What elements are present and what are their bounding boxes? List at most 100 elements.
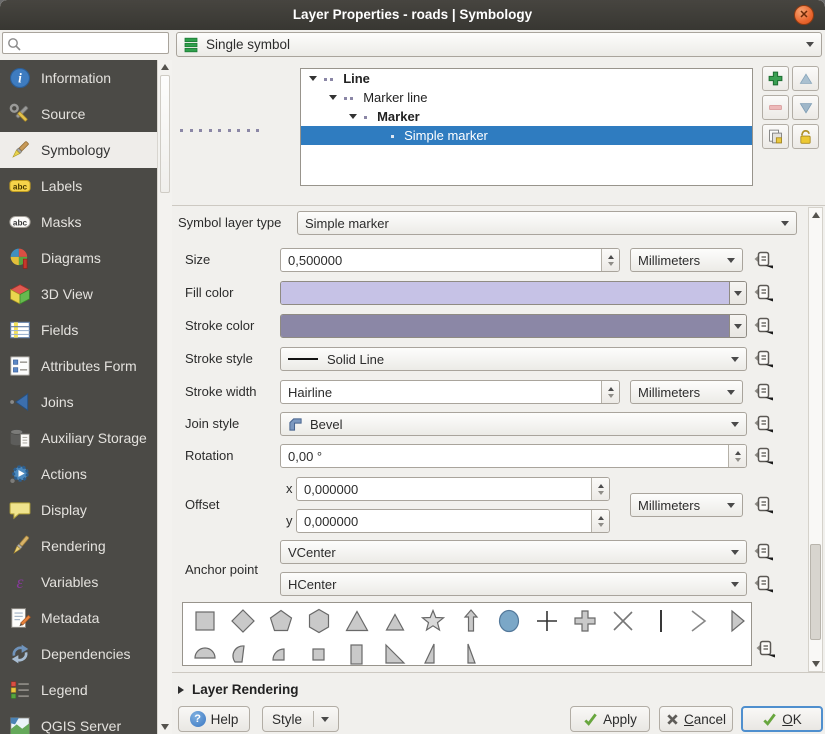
shape-filled-arrowhead-icon[interactable] — [724, 608, 750, 634]
stroke-width-unit-combo[interactable]: Millimeters — [630, 380, 743, 404]
sidebar-item-labels[interactable]: abc Labels — [0, 168, 157, 204]
tree-item-line[interactable]: Line — [301, 69, 752, 88]
cancel-button[interactable]: Cancel — [659, 706, 733, 732]
shape-square-icon[interactable] — [192, 608, 218, 634]
stroke-width-spinbox[interactable]: Hairline — [280, 380, 620, 404]
remove-symbol-layer-button[interactable] — [762, 95, 789, 120]
shape-diamond-icon[interactable] — [230, 608, 256, 634]
add-symbol-layer-button[interactable] — [762, 66, 789, 91]
shape-circle-icon[interactable] — [496, 608, 522, 634]
shape-cross-fill-icon[interactable] — [572, 608, 598, 634]
renderer-combo[interactable]: Single symbol — [176, 32, 822, 57]
shape-diagonal-half-square-icon[interactable] — [382, 641, 408, 666]
spin-buttons[interactable] — [601, 381, 619, 403]
stroke-color-button[interactable] — [280, 314, 747, 338]
spin-buttons[interactable] — [591, 510, 609, 532]
color-dropdown[interactable] — [729, 315, 746, 337]
shape-cross-icon[interactable] — [534, 608, 560, 634]
stroke-width-data-defined-override-button[interactable] — [753, 381, 775, 403]
options-scrollbar-thumb[interactable] — [810, 544, 821, 640]
sidebar-item-metadata[interactable]: Metadata — [0, 600, 157, 636]
shape-quarter-circle-icon[interactable] — [268, 641, 294, 666]
stroke-style-data-defined-override-button[interactable] — [753, 348, 775, 370]
fill-color-data-defined-override-button[interactable] — [753, 282, 775, 304]
options-scrollbar[interactable] — [808, 207, 823, 672]
spin-down-icon[interactable] — [598, 491, 604, 495]
shape-arrow-icon[interactable] — [458, 608, 484, 634]
anchor-horizontal-combo[interactable]: HCenter — [280, 572, 747, 596]
shape-equilateral-triangle-icon[interactable] — [382, 608, 408, 634]
spin-down-icon[interactable] — [608, 262, 614, 266]
rotation-data-defined-override-button[interactable] — [753, 445, 775, 467]
shape-pentagon-icon[interactable] — [268, 608, 294, 634]
sidebar-item-symbology[interactable]: Symbology — [0, 132, 157, 168]
join-style-data-defined-override-button[interactable] — [753, 413, 775, 435]
spin-down-icon[interactable] — [598, 523, 604, 527]
scroll-down-icon[interactable] — [812, 661, 820, 667]
help-button[interactable]: ? Help — [178, 706, 250, 732]
apply-button[interactable]: Apply — [570, 706, 650, 732]
shape-third-circle-icon[interactable] — [230, 641, 256, 666]
spin-buttons[interactable] — [591, 478, 609, 500]
shape-star-icon[interactable] — [420, 608, 446, 634]
anchor-horizontal-data-defined-override-button[interactable] — [753, 573, 775, 595]
spin-up-icon[interactable] — [608, 255, 614, 259]
tree-item-marker[interactable]: Marker — [301, 107, 752, 126]
style-button[interactable]: Style — [262, 706, 339, 732]
color-dropdown[interactable] — [729, 282, 746, 304]
ok-button[interactable]: OK — [741, 706, 823, 732]
spin-up-icon[interactable] — [608, 387, 614, 391]
stroke-style-combo[interactable]: Solid Line — [280, 347, 747, 371]
scroll-up-icon[interactable] — [161, 64, 169, 70]
shape-data-defined-override-button[interactable] — [755, 638, 777, 660]
move-down-button[interactable] — [792, 95, 819, 120]
stroke-color-data-defined-override-button[interactable] — [753, 315, 775, 337]
lock-color-button[interactable] — [792, 124, 819, 149]
layer-rendering-toggle[interactable]: Layer Rendering — [178, 682, 299, 697]
scroll-up-icon[interactable] — [812, 212, 820, 218]
offset-x-spinbox[interactable]: 0,000000 — [296, 477, 610, 501]
spin-down-icon[interactable] — [608, 394, 614, 398]
rotation-spinbox[interactable]: 0,00 ° — [280, 444, 747, 468]
tree-item-simple-marker[interactable]: Simple marker — [301, 126, 752, 145]
expander-icon[interactable] — [309, 76, 317, 81]
sidebar-item-qgis-server[interactable]: QGIS Server — [0, 708, 157, 734]
search-box[interactable] — [2, 32, 169, 54]
offset-y-spinbox[interactable]: 0,000000 — [296, 509, 610, 533]
sidebar-item-dependencies[interactable]: Dependencies — [0, 636, 157, 672]
move-up-button[interactable] — [792, 66, 819, 91]
sidebar-item-legend[interactable]: Legend — [0, 672, 157, 708]
search-input[interactable] — [23, 34, 167, 54]
size-unit-combo[interactable]: Millimeters — [630, 248, 743, 272]
shape-quarter-square-icon[interactable] — [306, 641, 332, 666]
shape-line-icon[interactable] — [648, 608, 674, 634]
spin-buttons[interactable] — [728, 445, 746, 467]
scroll-down-icon[interactable] — [161, 724, 169, 730]
spin-up-icon[interactable] — [598, 484, 604, 488]
size-data-defined-override-button[interactable] — [753, 249, 775, 271]
shape-right-half-triangle-icon[interactable] — [458, 641, 484, 666]
sidebar-item-source[interactable]: Source — [0, 96, 157, 132]
shape-half-square-icon[interactable] — [344, 641, 370, 666]
fill-color-button[interactable] — [280, 281, 747, 305]
sidebar-scrollbar-thumb[interactable] — [160, 75, 170, 193]
shape-cross2-icon[interactable] — [610, 608, 636, 634]
expander-icon[interactable] — [349, 114, 357, 119]
spin-buttons[interactable] — [601, 249, 619, 271]
duplicate-symbol-layer-button[interactable] — [762, 124, 789, 149]
spin-up-icon[interactable] — [598, 516, 604, 520]
shape-arrowhead-icon[interactable] — [686, 608, 712, 634]
tree-item-marker-line[interactable]: Marker line — [301, 88, 752, 107]
shape-semi-circle-icon[interactable] — [192, 641, 218, 666]
shape-triangle-icon[interactable] — [344, 608, 370, 634]
sidebar-item-information[interactable]: i Information — [0, 60, 157, 96]
size-spinbox[interactable]: 0,500000 — [280, 248, 620, 272]
expander-icon[interactable] — [329, 95, 337, 100]
spin-down-icon[interactable] — [735, 458, 741, 462]
shape-left-half-triangle-icon[interactable] — [420, 641, 446, 666]
spin-up-icon[interactable] — [735, 451, 741, 455]
symbol-layer-type-combo[interactable]: Simple marker — [297, 211, 797, 235]
join-style-combo[interactable]: Bevel — [280, 412, 747, 436]
shape-hexagon-icon[interactable] — [306, 608, 332, 634]
close-button[interactable]: ✕ — [794, 5, 814, 25]
